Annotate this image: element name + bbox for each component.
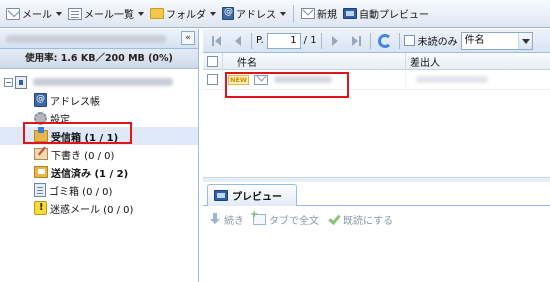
sidebar-item-drafts[interactable]: 下書き (0 / 0) [0, 145, 198, 163]
inbox-highlight-box [23, 122, 132, 144]
folder-menu-button[interactable]: フォルダ [147, 3, 219, 25]
pager-divider [320, 32, 322, 49]
page-number-input[interactable]: 1 [266, 32, 301, 49]
address-menu-label: アドレス [236, 10, 276, 21]
download-icon [209, 213, 221, 225]
account-icon [15, 75, 27, 89]
toolbar-divider [293, 4, 294, 23]
message-grid-header: 件名 差出人 [203, 53, 550, 70]
page-prefix: P. [256, 35, 264, 46]
mark-read-button[interactable]: 既読にする [328, 212, 393, 227]
address-menu-button[interactable]: アドレス [219, 3, 289, 25]
chevron-down-icon [210, 11, 216, 16]
mail-menu-button[interactable]: メール [3, 3, 65, 25]
sidebar-item-address-book[interactable]: アドレス帳 [0, 91, 198, 109]
chevron-down-icon [56, 11, 62, 16]
message-panel: P. 1 / 1 未読のみ 件名 件名 差出人 NEW プレビュー 続き + タ… [203, 29, 550, 282]
mail-menu-label: メール [22, 10, 52, 21]
trash-icon [34, 183, 46, 197]
preview-tab-strip: プレビュー [203, 182, 550, 206]
folder-icon [150, 8, 164, 19]
account-root-redacted [33, 78, 173, 86]
mark-read-label: 既読にする [343, 215, 394, 227]
page-total: / 1 [303, 35, 317, 46]
draft-icon [34, 148, 48, 160]
monitor-icon [214, 190, 228, 201]
sort-select[interactable]: 件名 [460, 31, 533, 50]
refresh-icon[interactable] [377, 33, 392, 48]
folder-panel-header: « [0, 29, 198, 49]
last-page-icon[interactable] [349, 34, 363, 48]
account-name-redacted [6, 35, 166, 43]
checkmark-icon [328, 213, 340, 225]
address-icon [222, 7, 234, 20]
new-tab-icon [250, 209, 266, 225]
storage-usage: 使用率: 1.6 KB／200 MB (0%) [0, 49, 198, 69]
sidebar-item-label: 送信済み (1 / 2) [51, 168, 129, 180]
sidebar-item-sent[interactable]: 送信済み (1 / 2) [0, 163, 198, 181]
row-select-cell [203, 70, 223, 89]
auto-preview-button[interactable]: 自動プレビュー [340, 3, 432, 25]
from-cell[interactable] [406, 70, 550, 89]
message-highlight-box [225, 72, 349, 98]
sidebar-item-label: 迷惑メール (0 / 0) [50, 204, 134, 216]
column-header-from[interactable]: 差出人 [406, 53, 550, 69]
open-in-tab-button[interactable]: タブで全文 [250, 209, 319, 227]
folder-menu-label: フォルダ [166, 10, 206, 21]
chevron-down-icon [517, 32, 532, 49]
chevron-down-icon [138, 11, 144, 16]
prev-page-icon[interactable] [230, 34, 244, 48]
unread-only-label: 未読のみ [417, 37, 458, 48]
preview-toolbar: 続き タブで全文 既読にする [203, 207, 550, 231]
continue-button[interactable]: 続き [209, 212, 244, 227]
chevron-down-icon [280, 11, 286, 16]
sidebar-item-label: アドレス帳 [50, 96, 100, 108]
unread-only-checkbox[interactable] [403, 35, 415, 46]
sort-select-value: 件名 [464, 34, 485, 46]
tree-root[interactable]: − [0, 73, 198, 91]
new-mail-button[interactable]: 新規 [298, 3, 340, 25]
sidebar-item-trash[interactable]: ゴミ箱 (0 / 0) [0, 181, 198, 199]
next-page-icon[interactable] [329, 34, 343, 48]
sender-redacted [416, 76, 488, 83]
mail-list-menu-button[interactable]: メール一覧 [65, 3, 147, 25]
select-all-checkbox[interactable] [207, 55, 218, 67]
folder-panel: « 使用率: 1.6 KB／200 MB (0%) − アドレス帳 設定 受信箱… [0, 29, 199, 282]
spam-icon [34, 201, 47, 215]
auto-preview-label: 自動プレビュー [359, 10, 429, 21]
continue-label: 続き [224, 215, 244, 227]
pager-divider [369, 32, 371, 49]
collapse-panel-button[interactable]: « [181, 31, 195, 45]
sidebar-item-label: 下書き (0 / 0) [51, 150, 115, 162]
tab-preview[interactable]: プレビュー [207, 184, 297, 206]
monitor-icon [343, 8, 357, 19]
new-mail-label: 新規 [317, 10, 337, 21]
sidebar-item-spam[interactable]: 迷惑メール (0 / 0) [0, 199, 198, 217]
pager-divider [398, 32, 400, 49]
column-header-subject[interactable]: 件名 [223, 53, 406, 69]
open-in-tab-label: タブで全文 [269, 215, 319, 227]
address-book-icon [34, 93, 47, 107]
tab-preview-label: プレビュー [232, 192, 282, 203]
main-toolbar: メール メール一覧 フォルダ アドレス 新規 自動プレビュー [0, 0, 550, 28]
mail-list-icon [68, 7, 82, 20]
select-all-cell [203, 53, 223, 69]
first-page-icon[interactable] [210, 34, 224, 48]
collapse-tree-toggle[interactable]: − [4, 77, 13, 87]
row-checkbox[interactable] [207, 74, 218, 85]
sent-icon [34, 166, 48, 178]
mail-icon [6, 7, 20, 20]
mail-list-menu-label: メール一覧 [84, 10, 134, 21]
sidebar-item-label: ゴミ箱 (0 / 0) [49, 186, 113, 198]
pagination-toolbar: P. 1 / 1 未読のみ 件名 [203, 29, 550, 53]
pager-divider [251, 32, 252, 49]
compose-icon [301, 8, 315, 19]
